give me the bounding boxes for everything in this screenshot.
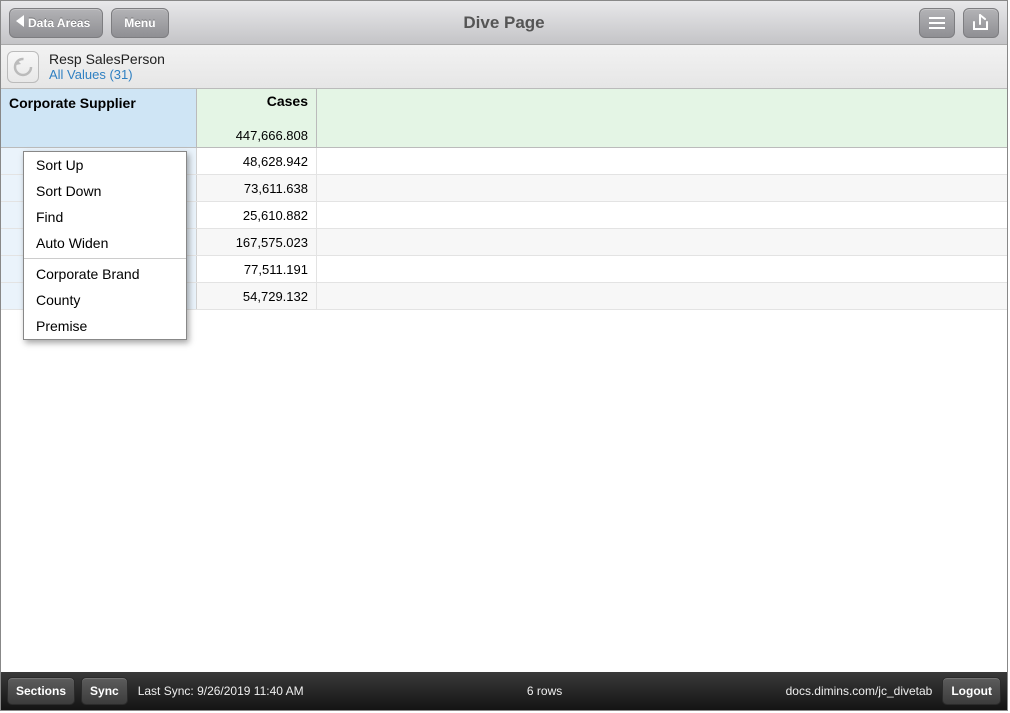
sections-button[interactable]: Sections (7, 677, 75, 705)
back-button[interactable]: Data Areas (9, 8, 103, 38)
menu-item-premise[interactable]: Premise (24, 313, 186, 339)
options-button[interactable] (919, 8, 955, 38)
menu-item-county[interactable]: County (24, 287, 186, 313)
share-button[interactable] (963, 8, 999, 38)
measure-cell[interactable]: 77,511.191 (197, 256, 317, 282)
sections-button-label: Sections (16, 684, 66, 698)
logout-button-label: Logout (951, 684, 992, 698)
refresh-icon (12, 56, 34, 78)
breadcrumb-dimension: Resp SalesPerson (49, 51, 165, 67)
breadcrumb-bar: Resp SalesPerson All Values (31) (1, 45, 1007, 89)
measure-cell[interactable]: 48,628.942 (197, 148, 317, 174)
menu-separator (24, 258, 186, 259)
back-button-label: Data Areas (28, 16, 90, 30)
grid-header-row: Corporate Supplier Cases 447,666.808 (1, 89, 1007, 148)
sync-button[interactable]: Sync (81, 677, 128, 705)
row-filler (317, 283, 1007, 309)
share-icon (971, 14, 991, 32)
row-filler (317, 256, 1007, 282)
measure-cell[interactable]: 167,575.023 (197, 229, 317, 255)
header-filler (317, 89, 1007, 147)
measure-column-header[interactable]: Cases 447,666.808 (197, 89, 317, 147)
last-sync-text: Last Sync: 9/26/2019 11:40 AM (138, 684, 304, 698)
row-count-text: 6 rows (310, 684, 780, 698)
chevron-left-icon (16, 15, 28, 30)
measure-column-total: 447,666.808 (236, 128, 308, 143)
top-toolbar: Data Areas Menu Dive Page (1, 1, 1007, 45)
menu-item-sort-down[interactable]: Sort Down (24, 178, 186, 204)
measure-cell[interactable]: 25,610.882 (197, 202, 317, 228)
menu-item-corporate-brand[interactable]: Corporate Brand (24, 261, 186, 287)
dimension-column-header[interactable]: Corporate Supplier (1, 89, 197, 147)
measure-cell[interactable]: 54,729.132 (197, 283, 317, 309)
refresh-button[interactable] (7, 51, 39, 83)
context-menu: Sort Up Sort Down Find Auto Widen Corpor… (23, 151, 187, 340)
measure-cell[interactable]: 73,611.638 (197, 175, 317, 201)
row-filler (317, 175, 1007, 201)
hamburger-icon (929, 17, 945, 29)
menu-button-label: Menu (124, 16, 155, 30)
row-filler (317, 148, 1007, 174)
measure-column-label: Cases (267, 93, 308, 109)
host-text: docs.dimins.com/jc_divetab (786, 684, 933, 698)
menu-item-sort-up[interactable]: Sort Up (24, 152, 186, 178)
menu-item-auto-widen[interactable]: Auto Widen (24, 230, 186, 256)
menu-button[interactable]: Menu (111, 8, 168, 38)
row-filler (317, 229, 1007, 255)
breadcrumb-item[interactable]: Resp SalesPerson All Values (31) (49, 51, 165, 82)
menu-item-find[interactable]: Find (24, 204, 186, 230)
sync-button-label: Sync (90, 684, 119, 698)
row-filler (317, 202, 1007, 228)
logout-button[interactable]: Logout (942, 677, 1001, 705)
dimension-column-label: Corporate Supplier (9, 95, 136, 111)
status-bar: Sections Sync Last Sync: 9/26/2019 11:40… (1, 672, 1007, 710)
breadcrumb-filter: All Values (31) (49, 67, 165, 82)
